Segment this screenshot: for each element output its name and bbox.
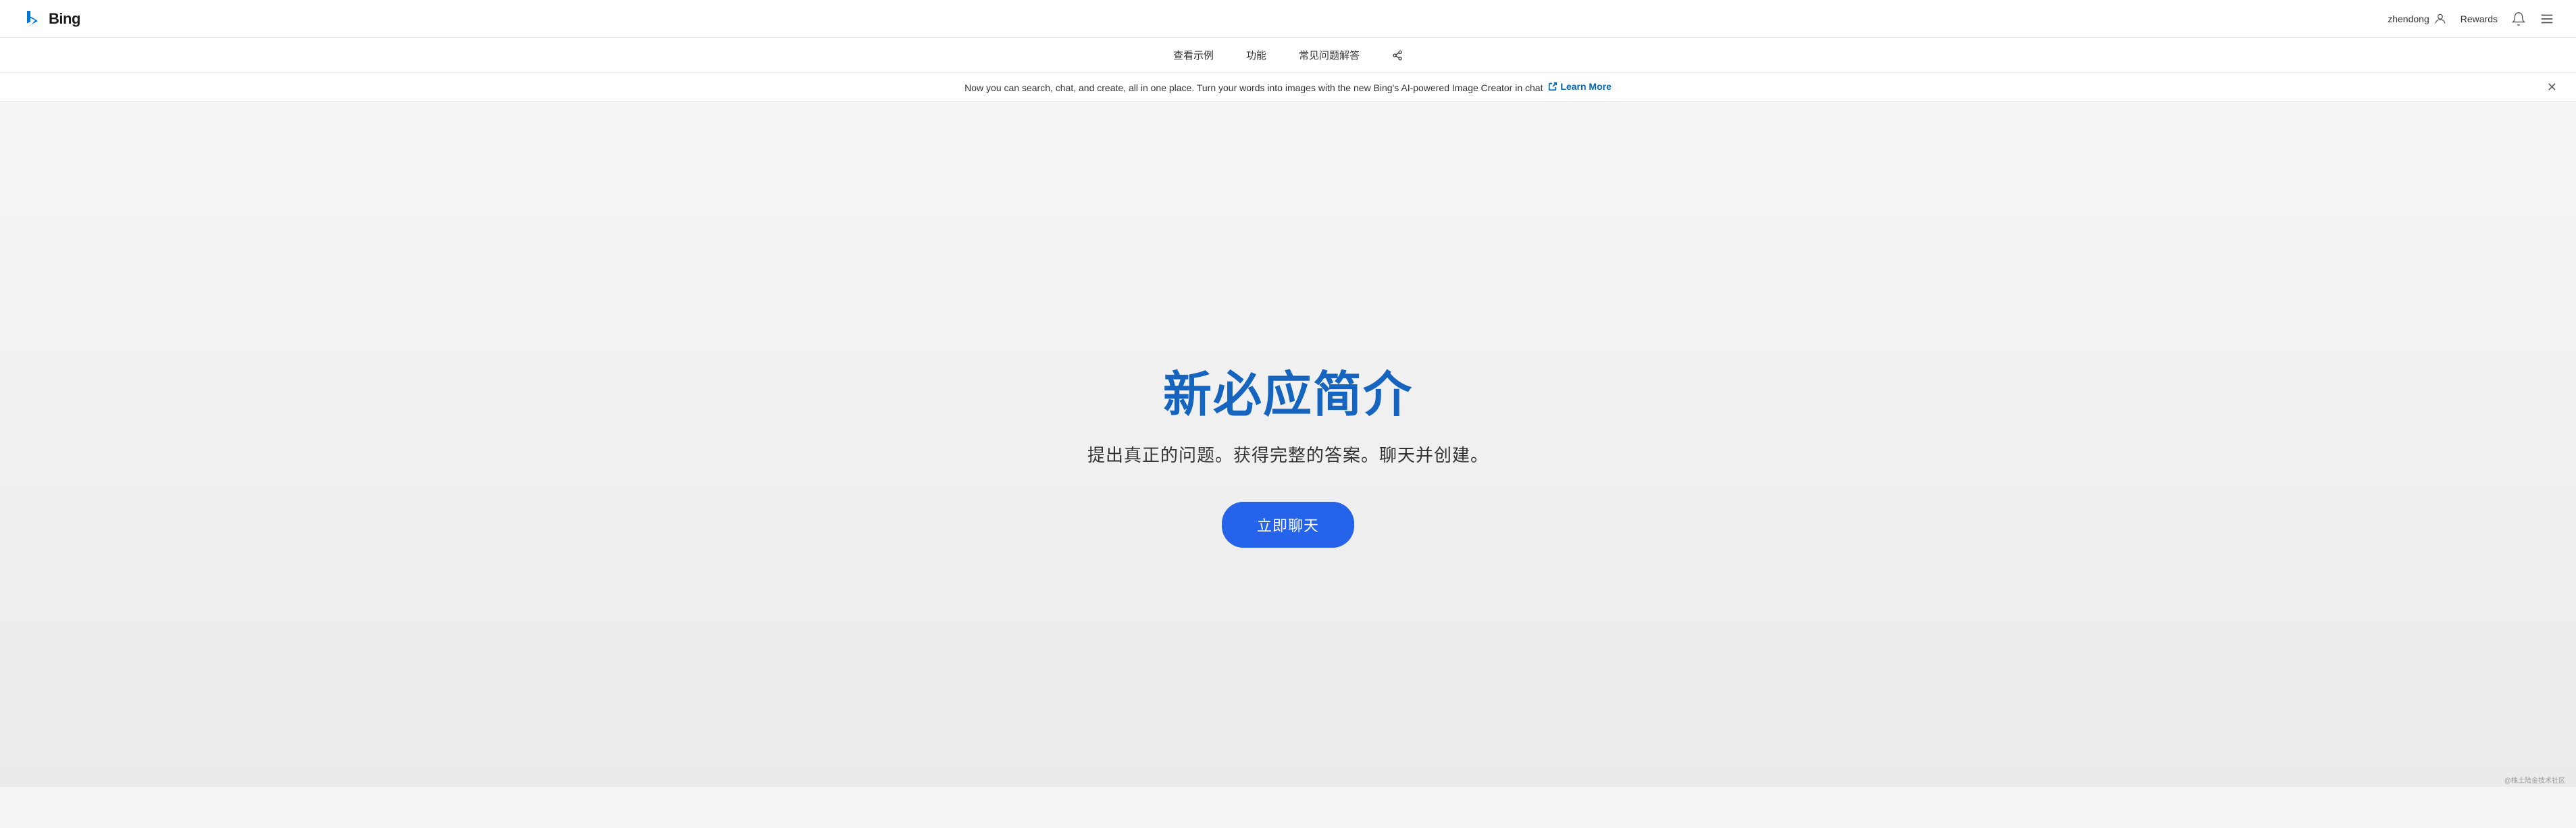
nav-share[interactable] bbox=[1392, 47, 1403, 63]
nav-bar: 查看示例 功能 常见问题解答 bbox=[0, 38, 2576, 73]
learn-more-link[interactable]: Learn More bbox=[1548, 81, 1611, 92]
nav-faq[interactable]: 常见问题解答 bbox=[1299, 45, 1360, 65]
chat-now-button[interactable]: 立即聊天 bbox=[1222, 502, 1354, 548]
user-menu[interactable]: zhendong bbox=[2388, 12, 2447, 26]
header-right: zhendong Rewards bbox=[2388, 11, 2554, 26]
main-content: 新必应简介 提出真正的问题。获得完整的答案。聊天并创建。 立即聊天 bbox=[0, 102, 2576, 787]
footer-note: @株土陆金技术社区 bbox=[2504, 775, 2565, 785]
username-text: zhendong bbox=[2388, 14, 2429, 24]
rewards-button[interactable]: Rewards bbox=[2461, 14, 2498, 24]
notification-icon[interactable] bbox=[2511, 11, 2526, 26]
logo-text: Bing bbox=[49, 10, 80, 28]
share-icon bbox=[1392, 50, 1403, 61]
banner-message: Now you can search, chat, and create, al… bbox=[964, 81, 1612, 93]
header: Bing zhendong Rewards bbox=[0, 0, 2576, 38]
nav-see-examples[interactable]: 查看示例 bbox=[1173, 45, 1214, 65]
announcement-banner: Now you can search, chat, and create, al… bbox=[0, 73, 2576, 102]
external-link-icon bbox=[1548, 82, 1557, 91]
logo-area[interactable]: Bing bbox=[22, 8, 80, 30]
bing-logo-icon bbox=[22, 8, 43, 30]
main-title: 新必应简介 bbox=[1163, 355, 1413, 425]
user-icon bbox=[2433, 12, 2447, 26]
nav-features[interactable]: 功能 bbox=[1246, 45, 1266, 65]
main-subtitle: 提出真正的问题。获得完整的答案。聊天并创建。 bbox=[1087, 442, 1489, 467]
banner-close-button[interactable]: ✕ bbox=[2544, 78, 2560, 96]
hamburger-menu-icon[interactable] bbox=[2540, 11, 2554, 26]
